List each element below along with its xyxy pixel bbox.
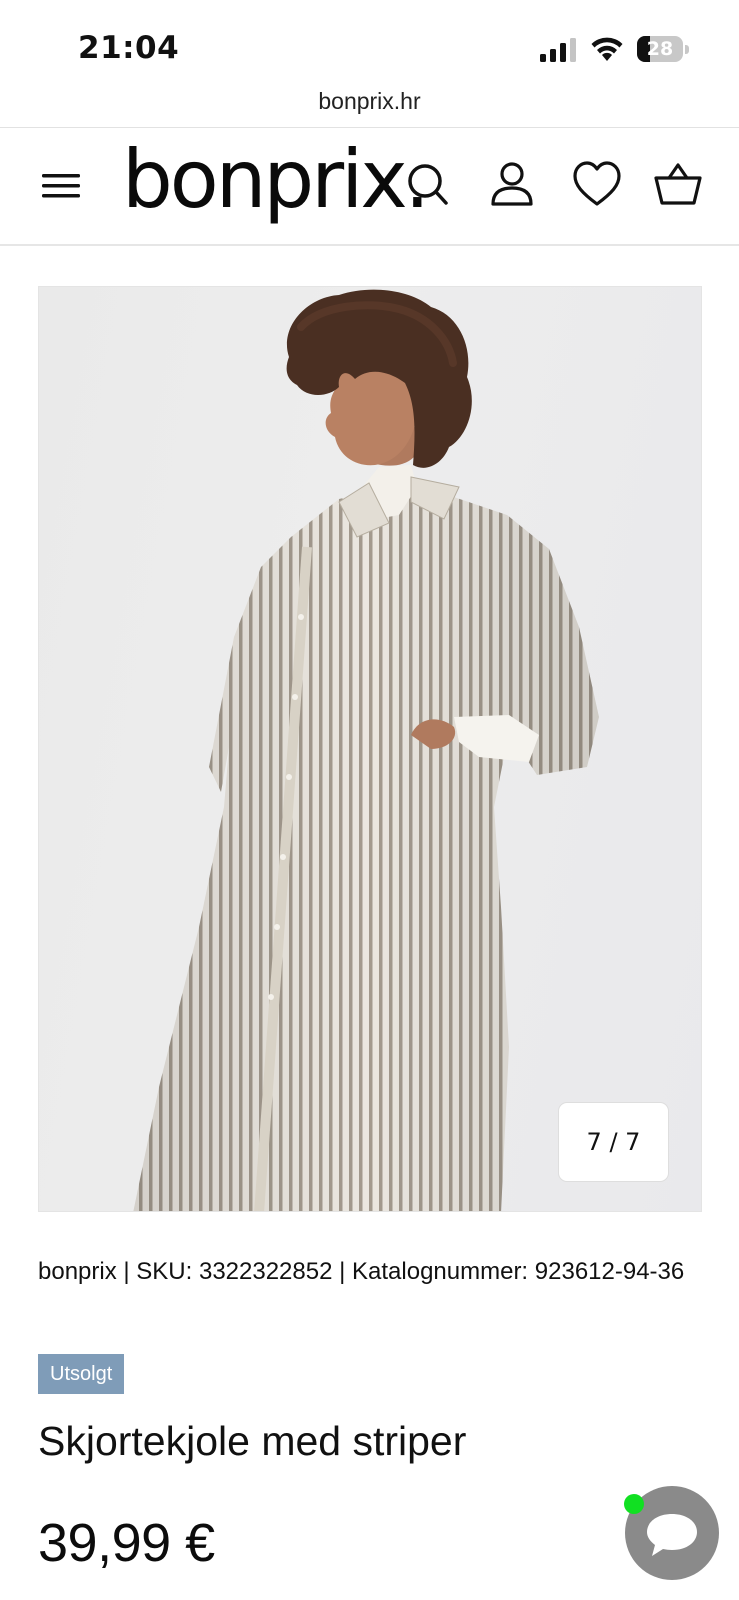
status-time: 21:04 — [78, 30, 180, 66]
chat-online-indicator — [624, 1494, 644, 1514]
site-header: bonprix. — [0, 128, 739, 246]
product-title: Skjortekjole med striper — [38, 1418, 467, 1464]
cart-basket-icon[interactable] — [653, 158, 703, 210]
wifi-icon — [591, 37, 623, 61]
search-icon[interactable] — [404, 158, 452, 210]
battery-percent: 28 — [646, 38, 674, 60]
sold-out-badge: Utsolgt — [38, 1354, 125, 1394]
product-meta-line: bonprix | SKU: 3322322852 | Katalognumme… — [38, 1258, 685, 1285]
product-photo-illustration — [133, 289, 599, 1211]
status-bar: 21:04 28 — [0, 0, 739, 84]
bonprix-logo[interactable]: bonprix. — [122, 130, 430, 230]
account-icon[interactable] — [488, 158, 536, 210]
product-image[interactable] — [38, 286, 702, 1212]
cellular-signal-icon — [540, 38, 576, 62]
menu-icon[interactable] — [38, 164, 84, 208]
image-counter: 7 / 7 — [558, 1102, 669, 1182]
wishlist-heart-icon[interactable] — [572, 158, 622, 210]
browser-url-bar[interactable]: bonprix.hr — [0, 84, 739, 128]
product-price: 39,99 € — [38, 1513, 215, 1573]
battery-icon: 28 — [637, 36, 689, 62]
url-text: bonprix.hr — [318, 88, 421, 114]
